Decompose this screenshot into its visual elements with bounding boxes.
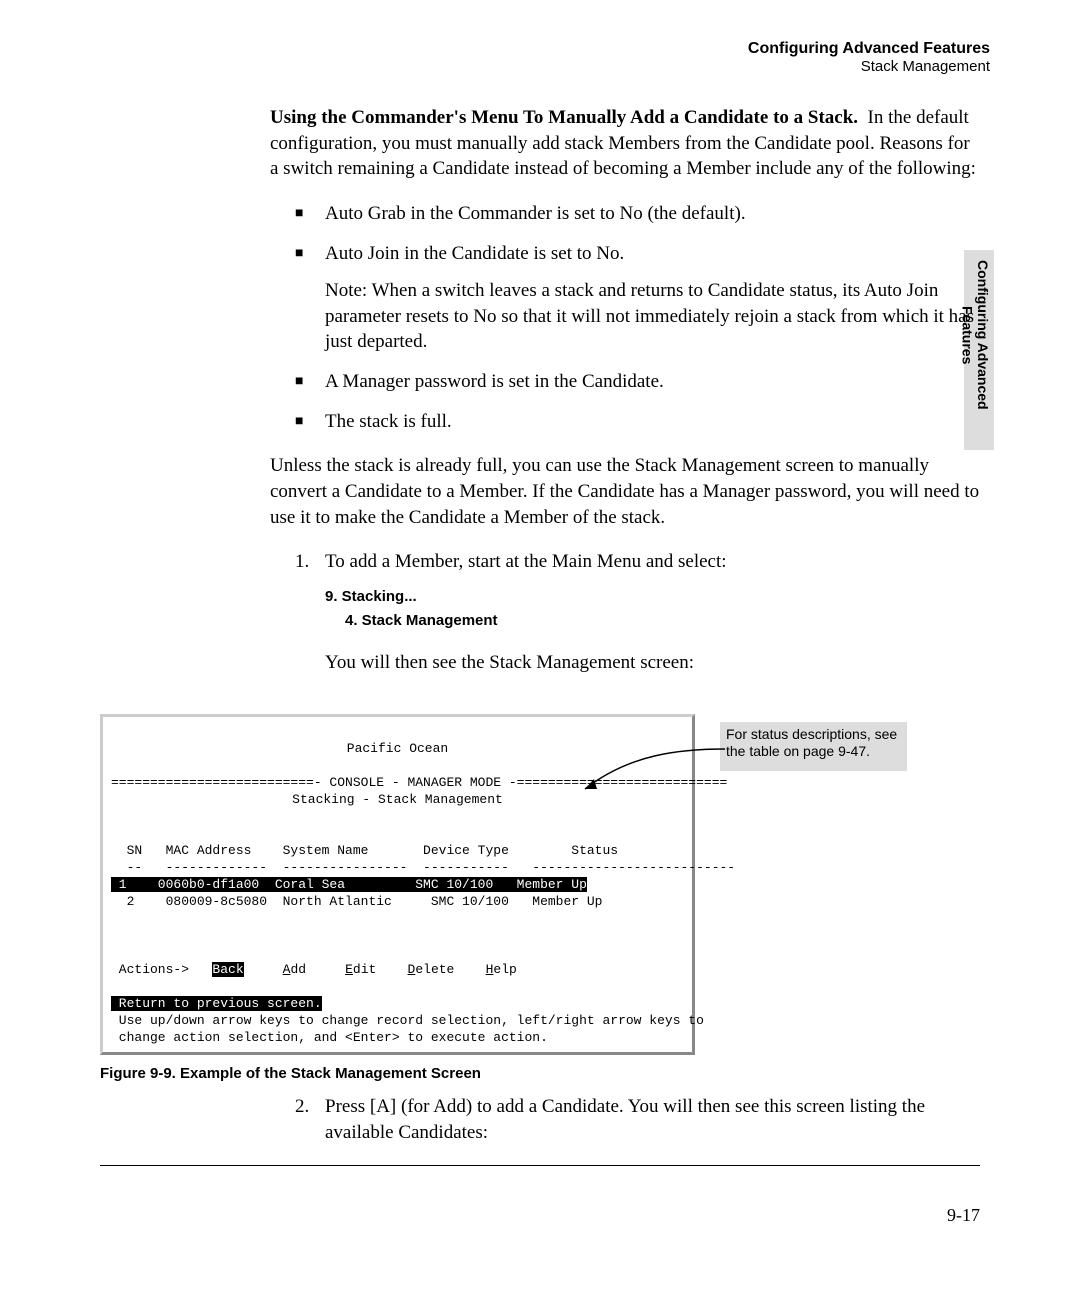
term-edit-u[interactable]: E [345,962,353,977]
note: Note: When a switch leaves a stack and r… [325,278,980,355]
bullet-list: Auto Grab in the Commander is set to No … [295,201,980,434]
bullet-password: A Manager password is set in the Candida… [295,369,980,395]
term-delete-action[interactable]: elete [415,962,454,977]
menu-stack-mgmt: 4. Stack Management [345,609,980,633]
step-2-num: 2. [295,1094,325,1145]
bullet-stack-full: The stack is full. [295,409,980,435]
term-row1-b: SMC 10/100 [407,877,501,892]
menu-path: 9. Stacking... 4. Stack Management [325,585,980,633]
callout-status: For status descriptions, see the table o… [720,722,907,771]
term-header-sep: -- ------------- ---------------- ------… [111,860,735,875]
term-help2: change action selection, and <Enter> to … [111,1030,548,1045]
figure-caption: Figure 9-9. Example of the Stack Managem… [100,1065,900,1082]
term-actions-pre: Actions-> [111,962,212,977]
step-2: 2. Press [A] (for Add) to add a Candidat… [295,1094,980,1145]
term-row1-c: Member Up [501,877,587,892]
step-1-text: To add a Member, start at the Main Menu … [325,549,727,575]
term-row2: 2 080009-8c5080 North Atlantic SMC 10/10… [111,894,602,909]
step-1: 1. To add a Member, start at the Main Me… [295,549,980,575]
header-title: Configuring Advanced Features [100,40,990,58]
term-help-action[interactable]: elp [493,962,516,977]
header-subtitle: Stack Management [100,58,990,75]
terminal-screenshot: Pacific Ocean ==========================… [100,714,900,1055]
para-unless: Unless the stack is already full, you ca… [270,453,980,530]
term-add-action[interactable]: dd [290,962,306,977]
term-help1: Use up/down arrow keys to change record … [111,1013,704,1028]
page-header: Configuring Advanced Features Stack Mana… [100,40,990,75]
term-return: Return to previous screen. [111,996,322,1011]
term-subtitle: Stacking - Stack Management [111,791,684,808]
term-header: SN MAC Address System Name Device Type S… [111,843,618,858]
intro-paragraph: Using the Commander's Menu To Manually A… [270,105,980,182]
menu-stacking: 9. Stacking... [325,585,980,609]
page-number: 9-17 [947,1205,980,1226]
term-back-action[interactable]: Back [212,962,243,977]
intro-lead: Using the Commander's Menu To Manually A… [270,107,858,128]
step-1-num: 1. [295,549,325,575]
bullet-auto-join: Auto Join in the Candidate is set to No.… [295,241,980,356]
term-title: Pacific Ocean [111,740,684,757]
step-2-text: Press [A] (for Add) to add a Candidate. … [325,1094,980,1145]
term-row1-a: 1 0060b0-df1a00 Coral Sea [111,877,407,892]
term-edit-action[interactable]: dit [353,962,376,977]
bullet-auto-grab: Auto Grab in the Commander is set to No … [295,201,980,227]
after-menu-text: You will then see the Stack Management s… [325,652,980,674]
footer-rule [100,1165,980,1166]
term-sep: ==========================- CONSOLE - MA… [111,775,727,790]
